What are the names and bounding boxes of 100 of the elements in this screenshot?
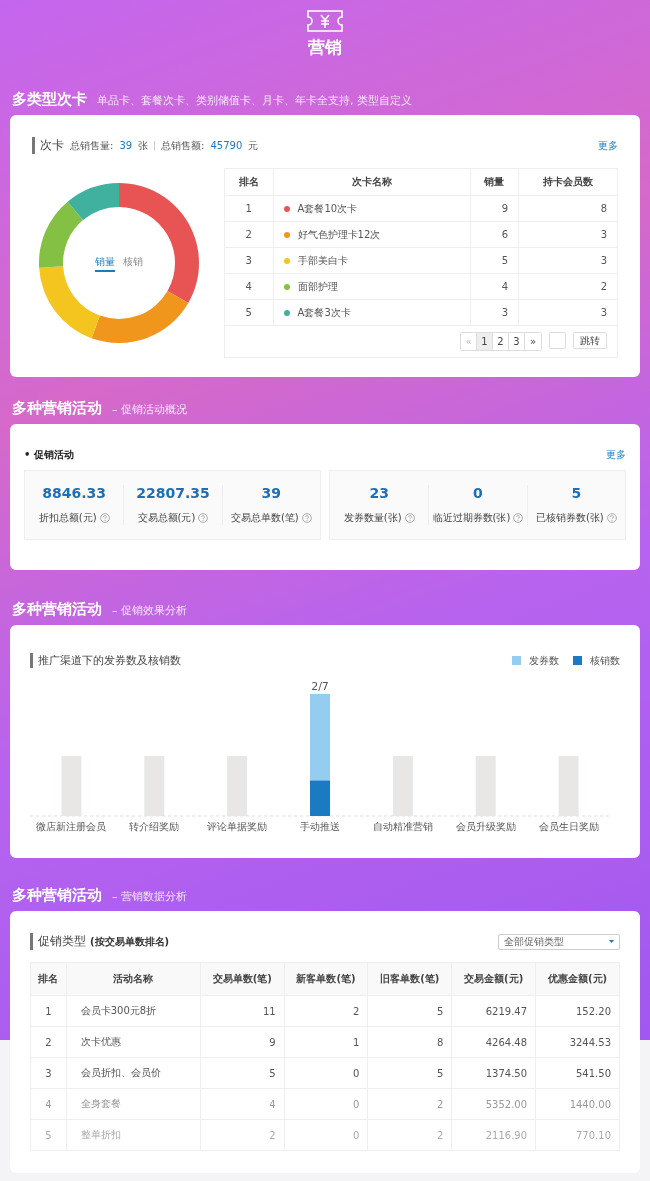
- table-cell: 6219.47: [451, 995, 536, 1027]
- help-icon[interactable]: [606, 513, 617, 523]
- table-cell: A套餐3次卡: [273, 299, 471, 326]
- table-cell: 9: [470, 195, 519, 222]
- legend-label: 发券数: [529, 653, 559, 668]
- chart-tab[interactable]: 销量: [95, 254, 115, 272]
- help-icon[interactable]: [513, 513, 524, 523]
- table-cell: 9: [200, 1026, 285, 1058]
- column-header: 排名: [30, 962, 67, 996]
- stat-label: 交易总单数(笔): [230, 511, 299, 525]
- table-cell: 0: [284, 1088, 368, 1120]
- stat-value: 22807.35: [136, 485, 210, 501]
- section-title: 多种营销活动: [12, 399, 102, 418]
- table-cell: 3: [470, 299, 519, 326]
- table-cell: 4: [200, 1088, 285, 1120]
- legend-label: 核销数: [590, 653, 620, 668]
- stat-label: 折扣总额(元): [38, 511, 97, 525]
- column-header: 交易金额(元): [451, 962, 536, 996]
- column-header: 持卡会员数: [518, 168, 618, 196]
- page-title: 营销: [308, 36, 342, 59]
- stat-value: 45790: [210, 140, 243, 151]
- stat-value: 0: [473, 485, 483, 501]
- section-subtitle: – 促销效果分析: [112, 603, 187, 618]
- column-header: 优惠金额(元): [535, 962, 620, 996]
- table-cell: 8: [367, 1026, 452, 1058]
- axis-label: 评论单据奖励: [207, 821, 268, 832]
- table-cell: 2: [367, 1119, 452, 1151]
- table-cell: 1374.50: [451, 1057, 536, 1089]
- table-cell: 5352.00: [451, 1088, 536, 1120]
- column-header: 交易单数(笔): [200, 962, 285, 996]
- help-icon[interactable]: [404, 513, 415, 523]
- column-header: 活动名称: [66, 962, 201, 996]
- table-cell: 1: [284, 1026, 368, 1058]
- axis-label: 自动精准营销: [372, 821, 433, 832]
- table-cell: 2: [200, 1119, 285, 1151]
- table-cell: 541.50: [535, 1057, 620, 1089]
- caret-icon: [609, 940, 614, 943]
- table-cell: 5: [224, 299, 274, 326]
- stat-label: 发券数量(张): [343, 511, 402, 525]
- section-title: 多种营销活动: [12, 600, 102, 619]
- table-cell: 3: [518, 221, 618, 248]
- table-cell: 6: [470, 221, 519, 248]
- column-header: 旧客单数(笔): [367, 962, 452, 996]
- axis-label: 转介绍奖励: [129, 821, 180, 832]
- table-cell: 3: [518, 247, 618, 274]
- column-header: 销量: [470, 168, 519, 196]
- table-cell: 2: [284, 995, 368, 1027]
- table-cell: 8: [518, 195, 618, 222]
- page-button[interactable]: 1: [477, 333, 493, 350]
- help-icon[interactable]: [198, 513, 209, 523]
- table-cell: 2: [30, 1026, 67, 1058]
- table-cell: 5: [30, 1119, 67, 1151]
- table-cell: 好气色护理卡12次: [273, 221, 471, 248]
- jump-button[interactable]: 跳转: [573, 332, 607, 349]
- table-cell: 面部护理: [273, 273, 471, 300]
- table-cell: 会员折扣、会员价: [66, 1057, 201, 1089]
- ticket-icon: [306, 10, 344, 32]
- stat-value: 8846.33: [42, 485, 107, 501]
- chart-title: 推广渠道下的发券数及核销数: [30, 653, 181, 668]
- section-title: 多种营销活动: [12, 886, 102, 905]
- table-cell: 整单折扣: [66, 1119, 201, 1151]
- stat-label: 临近过期券数(张): [432, 511, 511, 525]
- table-cell: 2116.90: [451, 1119, 536, 1151]
- stat-label: 总销售量:: [70, 138, 114, 153]
- stat-value: 5: [571, 485, 582, 501]
- section-subtitle: 单品卡、套餐次卡、类别储值卡、月卡、年卡全支持, 类型自定义: [97, 93, 412, 108]
- stat-unit: 张: [138, 138, 149, 153]
- table-cell: 4: [30, 1088, 67, 1120]
- table-cell: 3: [30, 1057, 67, 1089]
- page-input[interactable]: [549, 332, 566, 349]
- more-link[interactable]: 更多: [606, 448, 626, 462]
- table-cell: 0: [284, 1057, 368, 1089]
- help-icon[interactable]: [301, 513, 312, 523]
- stat-value: 39: [261, 485, 282, 501]
- stat-label: 总销售额:: [161, 138, 205, 153]
- table-cell: 手部美白卡: [273, 247, 471, 274]
- section-title: 多类型次卡: [12, 90, 87, 109]
- table-cell: 5: [200, 1057, 285, 1089]
- table-cell: 11: [200, 995, 285, 1027]
- column-header: 次卡名称: [273, 168, 471, 196]
- table-cell: 1: [30, 995, 67, 1027]
- more-link[interactable]: 更多: [598, 138, 618, 153]
- panel-title: 次卡: [32, 137, 64, 154]
- table-cell: 0: [284, 1119, 368, 1151]
- table-cell: 4: [224, 273, 274, 300]
- table-cell: 2: [367, 1088, 452, 1120]
- chart-tab[interactable]: 核销: [123, 254, 143, 272]
- column-header: 排名: [224, 168, 274, 196]
- table-cell: A套餐10次卡: [273, 195, 471, 222]
- stat-unit: 元: [248, 138, 259, 153]
- table-cell: 5: [470, 247, 519, 274]
- panel-note: (按交易单数排名): [90, 935, 170, 949]
- help-icon[interactable]: [99, 513, 110, 523]
- axis-label: 手动推送: [300, 821, 340, 832]
- filter-dropdown[interactable]: 全部促销类型: [498, 933, 620, 950]
- column-header: 新客单数(笔): [284, 962, 368, 996]
- table-cell: 会员卡300元8折: [66, 995, 201, 1027]
- table-cell: 3244.53: [535, 1026, 620, 1058]
- stat-label: 交易总额(元): [137, 511, 196, 525]
- table-cell: 4: [470, 273, 519, 300]
